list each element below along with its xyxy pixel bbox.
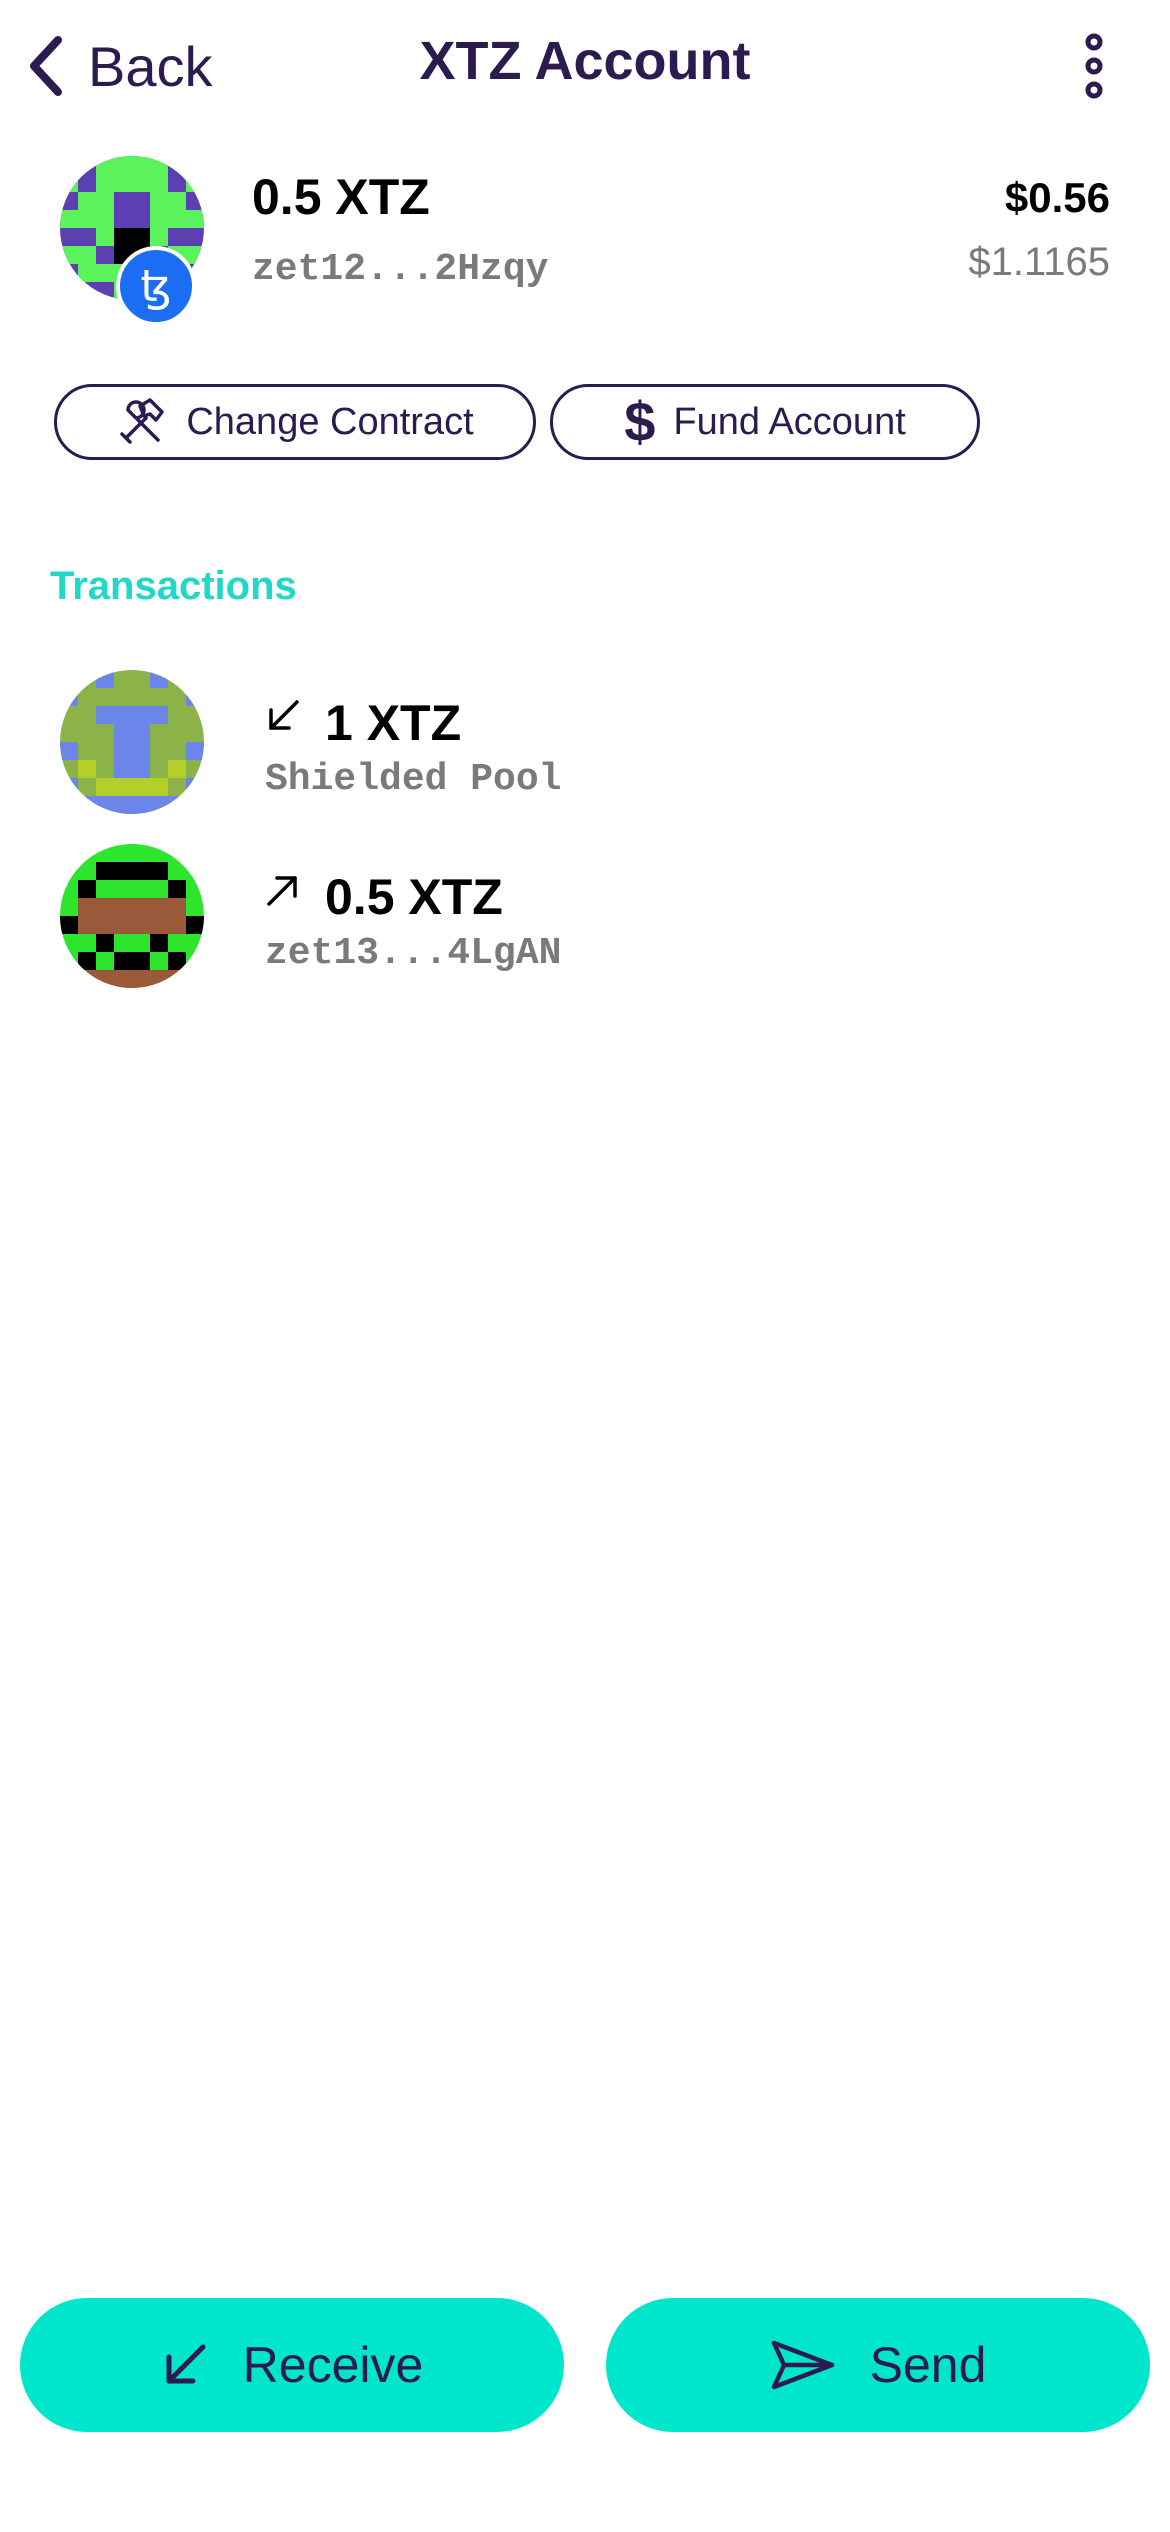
receive-button[interactable]: Receive (20, 2298, 564, 2432)
transaction-counterparty: Shielded Pool (265, 758, 562, 801)
arrow-down-left-icon (166, 2344, 206, 2384)
transaction-row[interactable]: 0.5 XTZ zet13...4LgAN (60, 844, 1120, 994)
account-address[interactable]: zet12...2Hzqy (252, 248, 548, 291)
back-label: Back (88, 34, 213, 98)
send-label: Send (869, 2337, 987, 2393)
unit-price: $1.1165 (968, 240, 1110, 284)
transaction-amount: 0.5 XTZ (325, 869, 503, 925)
counterparty-avatar (60, 670, 204, 814)
send-button[interactable]: Send (606, 2298, 1150, 2432)
change-contract-button[interactable]: Change Contract (54, 384, 536, 460)
dollar-icon: $ (624, 390, 656, 453)
counterparty-avatar (60, 844, 204, 988)
arrow-up-right-icon (267, 876, 297, 906)
transaction-row[interactable]: 1 XTZ Shielded Pool (60, 670, 1120, 820)
transactions-heading: Transactions (50, 564, 297, 608)
more-vertical-icon (1085, 33, 1103, 99)
more-options-button[interactable] (1070, 30, 1118, 102)
back-button[interactable]: Back (26, 28, 213, 104)
fiat-balance: $0.56 (1004, 174, 1110, 221)
tools-icon (120, 398, 165, 444)
receive-label: Receive (242, 2337, 424, 2393)
change-contract-label: Change Contract (186, 400, 474, 443)
transaction-amount: 1 XTZ (325, 695, 462, 751)
arrow-down-left-icon (269, 700, 299, 730)
tezos-icon: ꜩ (116, 246, 196, 326)
chevron-left-icon (30, 36, 62, 96)
fund-account-label: Fund Account (673, 400, 906, 443)
transaction-counterparty: zet13...4LgAN (265, 932, 562, 975)
fund-account-button[interactable]: $ Fund Account (550, 384, 980, 460)
account-balance: 0.5 XTZ (252, 169, 430, 225)
send-icon (771, 2340, 834, 2390)
